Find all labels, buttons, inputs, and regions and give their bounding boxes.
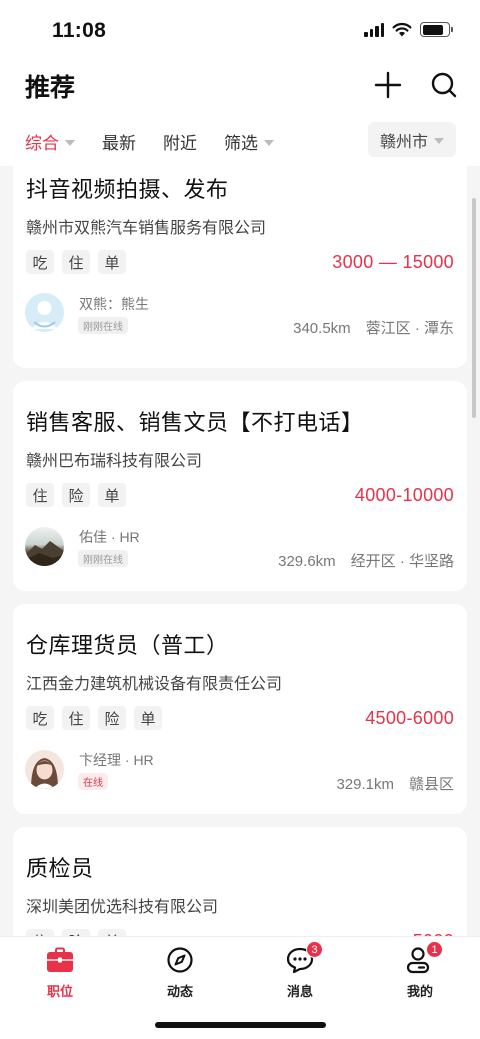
header: 推荐 xyxy=(0,62,480,112)
benefit-tags: 吃 住 单 xyxy=(26,250,126,274)
benefit-tag: 单 xyxy=(98,250,126,274)
job-card[interactable]: 仓库理货员（普工） 江西金力建筑机械设备有限责任公司 吃 住 险 单 4500-… xyxy=(13,604,467,814)
recruiter-name: 佑佳 · HR xyxy=(79,529,140,545)
salary: 3000 — 15000 xyxy=(332,252,454,272)
default-avatar-icon xyxy=(31,301,58,329)
job-title: 仓库理货员（普工） xyxy=(26,633,229,658)
add-button[interactable] xyxy=(373,70,403,100)
notification-badge: 1 xyxy=(426,941,443,958)
status-time: 11:08 xyxy=(52,19,107,42)
avatar xyxy=(25,527,64,566)
company-name: 深圳美团优选科技有限公司 xyxy=(26,899,219,916)
filter-label: 综合 xyxy=(25,134,59,153)
recruiter-name: 双熊：熊生 xyxy=(79,296,149,312)
profile-icon: 1 xyxy=(405,941,443,975)
tab-label: 消息 xyxy=(286,984,313,999)
filter-label: 最新 xyxy=(102,134,136,153)
page-title: 推荐 xyxy=(25,74,76,102)
online-status-badge: 刚刚在线 xyxy=(78,317,128,334)
benefit-tag: 住 xyxy=(26,929,54,936)
city-select[interactable]: 赣州市 xyxy=(368,122,456,157)
caret-down-icon xyxy=(264,139,274,146)
landscape-photo-icon xyxy=(25,541,64,566)
company-name: 赣州巴布瑞科技有限公司 xyxy=(26,453,203,470)
job-location: 329.6km 经开区 · 华坚路 xyxy=(278,553,454,570)
benefit-tag: 单 xyxy=(98,929,126,936)
job-title: 抖音视频拍摄、发布 xyxy=(26,177,229,202)
filter-nearby[interactable]: 附近 xyxy=(163,129,197,154)
compass-icon xyxy=(165,945,195,975)
job-title: 销售客服、销售文员【不打电话】 xyxy=(26,410,364,435)
wifi-icon xyxy=(392,22,412,37)
scroll-indicator[interactable] xyxy=(472,198,476,418)
benefit-tag: 住 xyxy=(62,706,90,730)
filter-label: 附近 xyxy=(163,134,197,153)
city-label: 赣州市 xyxy=(379,133,428,151)
online-status-badge: 刚刚在线 xyxy=(78,550,128,567)
benefit-tags: 吃 住 险 单 xyxy=(26,706,162,730)
chat-bubble-icon: 3 xyxy=(285,941,323,975)
job-card[interactable]: 抖音视频拍摄、发布 赣州市双熊汽车销售服务有限公司 吃 住 单 3000 — 1… xyxy=(13,166,467,368)
benefit-tag: 险 xyxy=(98,706,126,730)
tab-feed[interactable]: 动态 xyxy=(140,945,220,1001)
recruiter-name: 卞经理 · HR xyxy=(79,752,154,768)
benefit-tag: 吃 xyxy=(26,706,54,730)
plus-icon xyxy=(374,71,402,99)
job-feed[interactable]: 抖音视频拍摄、发布 赣州市双熊汽车销售服务有限公司 吃 住 单 3000 — 1… xyxy=(0,166,480,936)
benefit-tag: 吃 xyxy=(26,250,54,274)
filter-label: 筛选 xyxy=(224,134,258,153)
unread-badge: 3 xyxy=(306,941,323,958)
benefit-tag: 险 xyxy=(62,483,90,507)
tab-messages[interactable]: 3 消息 xyxy=(260,941,340,1001)
tab-profile[interactable]: 1 我的 xyxy=(380,941,460,1001)
benefit-tags: 住 险 单 xyxy=(26,929,126,936)
filter-bar: 综合 最新 附近 筛选 赣州市 xyxy=(0,112,480,166)
job-card[interactable]: 销售客服、销售文员【不打电话】 赣州巴布瑞科技有限公司 住 险 单 4000-1… xyxy=(13,381,467,591)
filter-latest[interactable]: 最新 xyxy=(102,129,136,154)
benefit-tag: 单 xyxy=(134,706,162,730)
online-status-badge: 在线 xyxy=(78,773,108,790)
search-icon xyxy=(431,72,457,98)
benefit-tag: 住 xyxy=(26,483,54,507)
salary: 4000-10000 xyxy=(354,485,454,505)
status-icons xyxy=(364,22,453,37)
tab-label: 我的 xyxy=(406,984,433,999)
job-location: 340.5km 蓉江区 · 潭东 xyxy=(293,320,454,337)
job-location: 329.1km 赣县区 xyxy=(336,776,454,793)
benefit-tag: 住 xyxy=(62,250,90,274)
tab-jobs[interactable]: 职位 xyxy=(20,945,100,1001)
salary: 4500-6000 xyxy=(365,708,454,728)
battery-icon xyxy=(420,22,453,37)
avatar xyxy=(25,750,64,789)
avatar xyxy=(25,293,64,332)
benefit-tag: 险 xyxy=(62,929,90,936)
job-card[interactable]: 质检员 深圳美团优选科技有限公司 住 险 单 5000 xyxy=(13,827,467,936)
briefcase-icon xyxy=(45,945,75,975)
filter-comprehensive[interactable]: 综合 xyxy=(25,129,75,154)
tab-label: 动态 xyxy=(166,984,193,999)
job-title: 质检员 xyxy=(26,856,94,881)
person-photo-icon xyxy=(31,758,58,789)
caret-down-icon xyxy=(434,137,444,144)
filter-screen[interactable]: 筛选 xyxy=(224,129,274,154)
benefit-tag: 单 xyxy=(98,483,126,507)
benefit-tags: 住 险 单 xyxy=(26,483,126,507)
company-name: 江西金力建筑机械设备有限责任公司 xyxy=(26,676,283,693)
status-bar: 11:08 xyxy=(0,0,480,62)
caret-down-icon xyxy=(65,139,75,146)
tab-label: 职位 xyxy=(46,984,73,999)
search-button[interactable] xyxy=(429,70,459,100)
cellular-signal-icon xyxy=(364,22,384,37)
company-name: 赣州市双熊汽车销售服务有限公司 xyxy=(26,220,267,237)
home-indicator[interactable] xyxy=(155,1022,326,1028)
